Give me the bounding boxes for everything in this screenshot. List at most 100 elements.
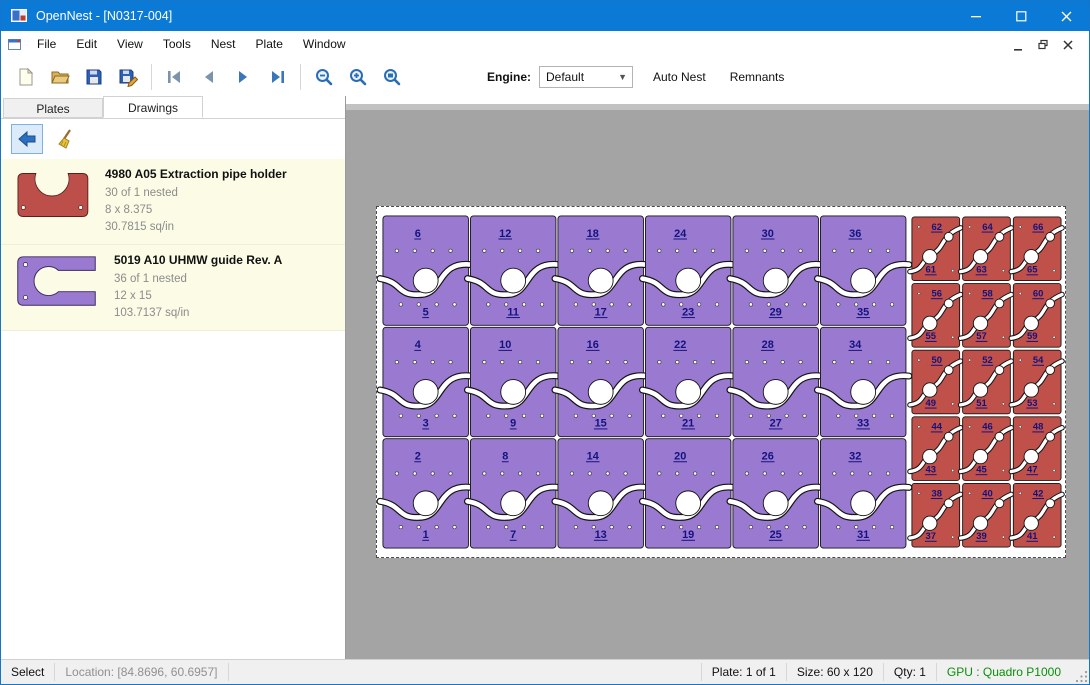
minimize-icon (971, 11, 982, 22)
drawings-list: 4980 A05 Extraction pipe holder 30 of 1 … (1, 159, 345, 331)
part-number: 64 (982, 222, 993, 233)
nested-pair-red[interactable]: 5655 (910, 284, 961, 348)
save-as-button[interactable] (111, 62, 145, 92)
nested-pair-red[interactable]: 4241 (1011, 483, 1062, 547)
mdi-minimize-button[interactable] (1007, 36, 1029, 54)
engine-label: Engine: (487, 70, 531, 84)
zoom-out-button[interactable] (307, 62, 341, 92)
nested-pair-red[interactable]: 5857 (961, 284, 1012, 348)
drawing-item-purple[interactable]: 5019 A10 UHMW guide Rev. A 36 of 1 neste… (1, 245, 345, 331)
open-button[interactable] (43, 62, 77, 92)
part-number: 60 (1033, 288, 1044, 299)
nested-pair-purple[interactable]: 3231 (817, 439, 908, 548)
nested-pair-purple[interactable]: 2423 (642, 216, 733, 325)
part-title: 5019 A10 UHMW guide Rev. A (114, 253, 282, 267)
nested-pair-purple[interactable]: 1817 (555, 216, 646, 325)
nested-pair-purple[interactable]: 43 (380, 327, 471, 436)
part-number: 24 (674, 228, 687, 240)
status-plate: Plate: 1 of 1 (702, 665, 786, 679)
nested-pair-purple[interactable]: 21 (380, 439, 471, 548)
status-mode: Select (1, 665, 54, 679)
menu-edit[interactable]: Edit (66, 32, 107, 57)
nested-pair-purple[interactable]: 2827 (730, 327, 821, 436)
zoom-in-button[interactable] (341, 62, 375, 92)
nested-pair-red[interactable]: 44 43 (910, 417, 961, 481)
tab-drawings[interactable]: Drawings (103, 96, 203, 118)
nested-pair-red[interactable]: 4645 (961, 417, 1012, 481)
nested-pair-red[interactable]: 5049 (910, 350, 961, 414)
window-title: OpenNest - [N0317-004] (36, 9, 172, 23)
nested-pair-purple[interactable]: 1211 (467, 216, 558, 325)
move-part-button[interactable] (11, 124, 43, 154)
part-number: 38 (932, 488, 943, 499)
nested-pair-red[interactable]: 6463 (961, 217, 1012, 281)
status-gpu: GPU : Quadro P1000 (937, 665, 1071, 679)
remnants-button[interactable]: Remnants (718, 70, 797, 84)
maximize-button[interactable] (999, 1, 1044, 31)
nested-pair-purple[interactable]: 3433 (817, 327, 908, 436)
drawing-item-red[interactable]: 4980 A05 Extraction pipe holder 30 of 1 … (1, 159, 345, 245)
part-number: 66 (1033, 222, 1044, 233)
nested-pair-red[interactable]: 6059 (1011, 284, 1062, 348)
part-thumbnail-purple (9, 251, 104, 313)
minimize-button[interactable] (954, 1, 999, 31)
nested-pair-purple[interactable]: 1413 (555, 439, 646, 548)
nested-pair-purple[interactable]: 65 (380, 216, 471, 325)
mdi-restore-icon (1036, 38, 1050, 52)
zoom-fit-icon (382, 67, 402, 87)
status-separator (228, 663, 229, 681)
nest-canvas[interactable]: 6512111817242330293635431091615222128273… (346, 96, 1089, 659)
toolbar-separator (151, 64, 152, 90)
mdi-window-controls (1007, 36, 1083, 54)
mdi-restore-button[interactable] (1032, 36, 1054, 54)
part-thumbnail-red (9, 165, 95, 225)
nested-pair-purple[interactable]: 3635 (817, 216, 908, 325)
nav-next-icon (233, 67, 253, 87)
part-number: 20 (674, 451, 686, 463)
nested-pair-purple[interactable]: 109 (467, 327, 558, 436)
part-number: 11 (507, 306, 519, 318)
resize-grip[interactable] (1075, 670, 1089, 684)
zoom-fit-button[interactable] (375, 62, 409, 92)
nested-pair-red[interactable]: 3837 (910, 483, 961, 547)
broom-icon (56, 128, 78, 150)
menu-file[interactable]: File (27, 32, 66, 57)
part-number: 43 (926, 464, 937, 475)
menu-nest[interactable]: Nest (201, 32, 246, 57)
nested-pair-red[interactable]: 4039 (961, 483, 1012, 547)
plate[interactable]: 6512111817242330293635431091615222128273… (376, 206, 1066, 558)
nested-pair-purple[interactable]: 1615 (555, 327, 646, 436)
purple-part-shape (18, 257, 96, 305)
mdi-close-button[interactable] (1057, 36, 1079, 54)
nested-pair-red[interactable]: 5453 (1011, 350, 1062, 414)
menu-view[interactable]: View (107, 32, 153, 57)
open-folder-icon (50, 67, 70, 87)
next-plate-button[interactable] (226, 62, 260, 92)
menu-plate[interactable]: Plate (246, 32, 293, 57)
nested-pair-purple[interactable]: 3029 (730, 216, 821, 325)
last-plate-button[interactable] (260, 62, 294, 92)
tab-plates[interactable]: Plates (3, 98, 103, 118)
nested-pair-red[interactable]: 6261 (910, 217, 961, 281)
nested-pair-red[interactable]: 4847 (1011, 417, 1062, 481)
title-bar: OpenNest - [N0317-004] (1, 1, 1089, 31)
first-plate-button[interactable] (158, 62, 192, 92)
nested-pair-purple[interactable]: 2625 (730, 439, 821, 548)
menu-window[interactable]: Window (293, 32, 356, 57)
menu-tools[interactable]: Tools (153, 32, 201, 57)
nested-pair-purple[interactable]: 2221 (642, 327, 733, 436)
save-button[interactable] (77, 62, 111, 92)
close-button[interactable] (1044, 1, 1089, 31)
part-number: 54 (1033, 355, 1044, 366)
nested-pair-red[interactable]: 5251 (961, 350, 1012, 414)
auto-nest-button[interactable]: Auto Nest (641, 70, 718, 84)
nested-pair-red[interactable]: 6665 (1011, 217, 1062, 281)
nested-pair-purple[interactable]: 2019 (642, 439, 733, 548)
nested-pair-purple[interactable]: 87 (467, 439, 558, 548)
part-number: 44 (932, 422, 943, 433)
main-area: Plates Drawings (1, 96, 1089, 659)
previous-plate-button[interactable] (192, 62, 226, 92)
new-button[interactable] (9, 62, 43, 92)
engine-select[interactable]: Default ▼ (539, 66, 633, 88)
clear-drawings-button[interactable] (51, 124, 83, 154)
